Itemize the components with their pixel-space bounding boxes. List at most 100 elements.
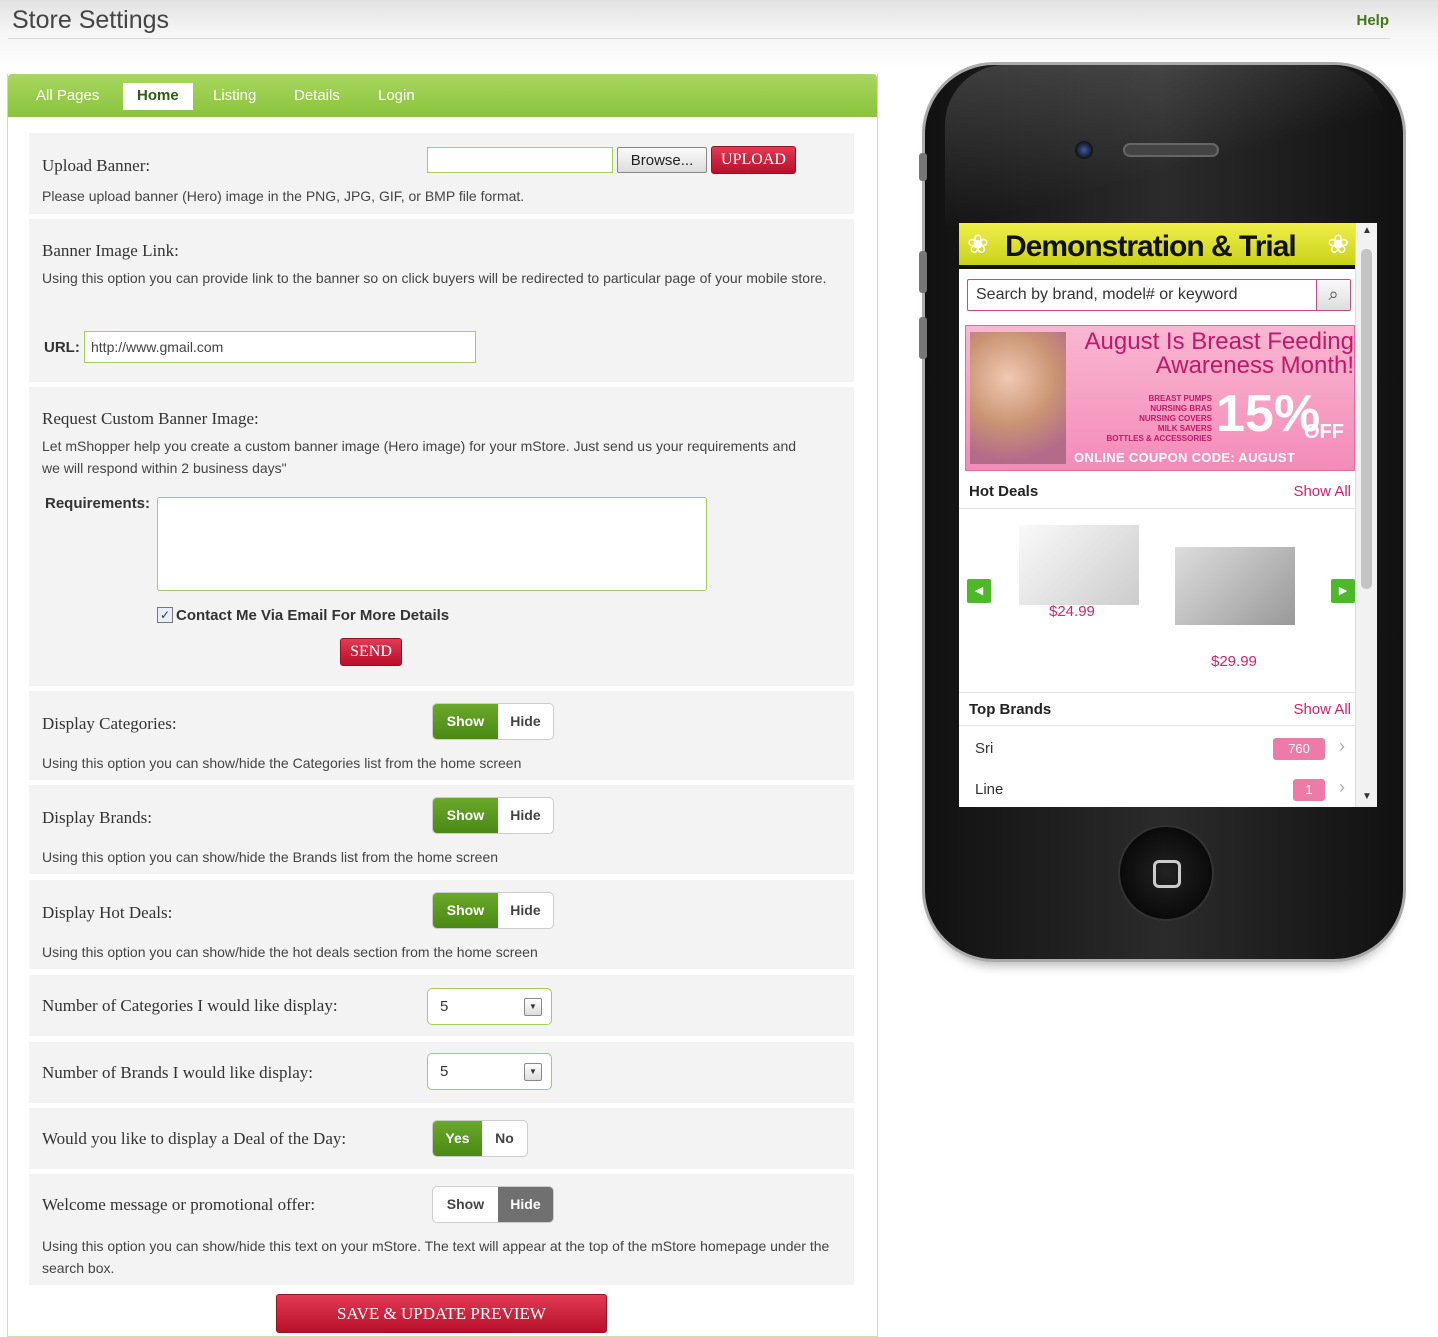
custom-banner-label: Request Custom Banner Image: xyxy=(42,409,259,428)
display-categories-toggle: Show Hide xyxy=(432,703,554,740)
preview-search-placeholder: Search by brand, model# or keyword xyxy=(976,286,1238,303)
phone-mute-switch xyxy=(919,153,927,181)
brands-hide-option[interactable]: Hide xyxy=(498,798,553,833)
promo-headline: August Is Breast Feeding Awareness Month… xyxy=(1084,328,1354,379)
deal-of-day-toggle: Yes No xyxy=(432,1120,528,1157)
requirements-textarea[interactable] xyxy=(157,497,707,591)
next-arrow-icon[interactable]: ▶ xyxy=(1331,579,1355,603)
scroll-up-icon[interactable]: ▲ xyxy=(1362,225,1372,236)
num-brands-select[interactable]: 5 ▼ xyxy=(427,1053,552,1090)
help-link[interactable]: Help xyxy=(1356,12,1389,29)
search-icon[interactable]: ⌕ xyxy=(1316,280,1350,310)
chevron-down-icon: ▼ xyxy=(524,998,542,1016)
product-image[interactable] xyxy=(1175,547,1295,625)
home-button[interactable] xyxy=(1118,825,1214,921)
promo-item: BREAST PUMPS xyxy=(1148,394,1212,403)
scroll-down-icon[interactable]: ▼ xyxy=(1362,791,1372,802)
num-brands-section: Number of Brands I would like display: 5… xyxy=(29,1042,854,1103)
product-price: $24.99 xyxy=(1049,603,1095,620)
brand-list-item[interactable]: Sri 760 › xyxy=(959,728,1355,768)
contact-email-checkbox[interactable]: ✓ xyxy=(157,607,173,623)
deal-of-day-section: Would you like to display a Deal of the … xyxy=(29,1108,854,1169)
hot-deals-show-option[interactable]: Show xyxy=(433,893,498,928)
product-price: $29.99 xyxy=(1211,653,1257,670)
deal-yes-option[interactable]: Yes xyxy=(433,1121,482,1156)
brands-show-option[interactable]: Show xyxy=(433,798,498,833)
tab-home[interactable]: Home xyxy=(123,83,193,110)
save-update-preview-button[interactable]: SAVE & UPDATE PREVIEW xyxy=(276,1294,607,1333)
display-hot-deals-section: Display Hot Deals: Show Hide Using this … xyxy=(29,880,854,969)
tab-bar: All Pages Home Listing Details Login xyxy=(8,74,877,117)
phone-screen: ❀ Demonstration & Trial ❀ Search by bran… xyxy=(959,223,1377,807)
scrollbar-thumb[interactable] xyxy=(1361,249,1372,589)
store-title: Demonstration & Trial xyxy=(1005,230,1297,263)
preview-scrollbar[interactable]: ▲ ▼ xyxy=(1355,223,1377,807)
deal-of-day-label: Would you like to display a Deal of the … xyxy=(42,1129,347,1148)
browse-button[interactable]: Browse... xyxy=(617,147,707,173)
tab-listing[interactable]: Listing xyxy=(199,83,270,110)
url-label: URL: xyxy=(44,339,80,356)
prev-arrow-icon[interactable]: ◀ xyxy=(967,579,991,603)
num-categories-value: 5 xyxy=(440,998,449,1015)
banner-file-input[interactable] xyxy=(427,147,613,173)
product-image[interactable] xyxy=(1019,525,1139,605)
welcome-hide-option[interactable]: Hide xyxy=(497,1187,553,1222)
tab-login[interactable]: Login xyxy=(364,83,429,110)
mobile-preview: ❀ Demonstration & Trial ❀ Search by bran… xyxy=(919,62,1406,974)
banner-link-label: Banner Image Link: xyxy=(42,241,179,260)
preview-search-box[interactable]: Search by brand, model# or keyword ⌕ xyxy=(967,279,1351,311)
num-categories-select[interactable]: 5 ▼ xyxy=(427,988,552,1025)
home-square-icon xyxy=(1153,860,1181,888)
paw-icon: ❀ xyxy=(1327,229,1349,259)
display-categories-label: Display Categories: xyxy=(42,714,177,733)
brand-list-item[interactable]: Line 1 › xyxy=(959,769,1355,807)
send-button[interactable]: SEND xyxy=(340,638,402,666)
top-brands-show-all[interactable]: Show All xyxy=(1293,701,1351,718)
display-brands-desc: Using this option you can show/hide the … xyxy=(42,849,499,865)
deal-no-option[interactable]: No xyxy=(482,1121,527,1156)
promo-item: NURSING COVERS xyxy=(1139,414,1212,423)
hot-deals-header: Hot Deals Show All xyxy=(959,475,1355,509)
num-brands-label: Number of Brands I would like display: xyxy=(42,1063,314,1082)
promo-photo xyxy=(970,332,1066,464)
promo-item-list: BREAST PUMPS NURSING BRAS NURSING COVERS… xyxy=(1070,394,1213,444)
welcome-message-toggle: Show Hide xyxy=(432,1186,554,1223)
tab-details[interactable]: Details xyxy=(280,83,354,110)
chevron-right-icon: › xyxy=(1339,736,1345,756)
top-brands-header: Top Brands Show All xyxy=(959,692,1355,726)
promo-banner[interactable]: August Is Breast Feeding Awareness Month… xyxy=(965,325,1355,471)
num-categories-section: Number of Categories I would like displa… xyxy=(29,975,854,1036)
display-categories-desc: Using this option you can show/hide the … xyxy=(42,755,522,771)
hot-deals-title: Hot Deals xyxy=(969,483,1039,500)
num-categories-label: Number of Categories I would like displa… xyxy=(42,996,338,1015)
categories-show-option[interactable]: Show xyxy=(433,704,498,739)
tab-all-pages[interactable]: All Pages xyxy=(22,83,113,110)
brand-count-badge: 760 xyxy=(1273,738,1325,760)
custom-banner-section: Request Custom Banner Image: Let mShoppe… xyxy=(29,387,854,686)
upload-banner-label: Upload Banner: xyxy=(42,156,151,175)
speaker-grille xyxy=(1123,143,1219,157)
welcome-message-section: Welcome message or promotional offer: Sh… xyxy=(29,1174,854,1285)
hot-deals-show-all[interactable]: Show All xyxy=(1293,483,1351,500)
title-divider xyxy=(8,38,1390,39)
banner-link-desc: Using this option you can provide link t… xyxy=(42,270,827,286)
display-brands-label: Display Brands: xyxy=(42,808,153,827)
hot-deals-hide-option[interactable]: Hide xyxy=(498,893,553,928)
phone-volume-up xyxy=(919,251,927,293)
display-brands-section: Display Brands: Show Hide Using this opt… xyxy=(29,785,854,874)
banner-link-section: Banner Image Link: Using this option you… xyxy=(29,219,854,382)
upload-button[interactable]: UPLOAD xyxy=(711,146,796,174)
promo-item: BOTTLES & ACCESSORIES xyxy=(1106,434,1213,443)
page-title: Store Settings xyxy=(12,6,170,34)
welcome-message-label: Welcome message or promotional offer: xyxy=(42,1195,316,1214)
categories-hide-option[interactable]: Hide xyxy=(498,704,553,739)
display-hot-deals-desc: Using this option you can show/hide the … xyxy=(42,944,538,960)
phone-volume-down xyxy=(919,317,927,359)
brand-name: Line xyxy=(975,781,1004,798)
contact-email-label: Contact Me Via Email For More Details xyxy=(176,607,450,624)
url-input[interactable]: http://www.gmail.com xyxy=(84,331,476,363)
settings-panel: All Pages Home Listing Details Login Upl… xyxy=(7,74,878,1337)
display-brands-toggle: Show Hide xyxy=(432,797,554,834)
promo-item: MILK SAVERS xyxy=(1157,424,1212,433)
welcome-show-option[interactable]: Show xyxy=(433,1187,498,1222)
